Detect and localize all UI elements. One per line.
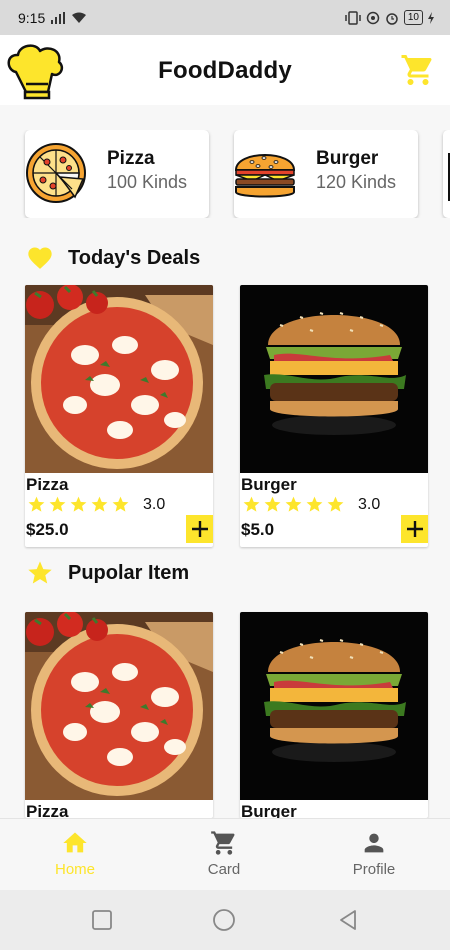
nav-item-home[interactable]: Home bbox=[25, 829, 125, 885]
product-name: Burger bbox=[241, 802, 297, 818]
battery-level: 10 bbox=[407, 11, 419, 23]
category-name: Pizza bbox=[107, 148, 155, 169]
plus-icon bbox=[407, 521, 423, 537]
category-count: 120 Kinds bbox=[316, 172, 397, 192]
recents-icon[interactable] bbox=[90, 908, 114, 932]
signal-icon bbox=[51, 11, 66, 24]
add-to-cart-button[interactable] bbox=[186, 515, 213, 543]
star-icon bbox=[112, 496, 129, 512]
product-rating: 3.0 bbox=[240, 495, 428, 517]
section-popular: Pupolar Item bbox=[26, 558, 189, 588]
star-icon bbox=[243, 496, 260, 512]
person-icon bbox=[364, 833, 384, 853]
product-price: $25.0 bbox=[26, 520, 69, 539]
pizza-photo bbox=[25, 285, 213, 473]
home-circle-icon[interactable] bbox=[212, 908, 236, 932]
back-icon[interactable] bbox=[336, 908, 360, 932]
burger-icon bbox=[234, 154, 296, 198]
star-icon bbox=[327, 496, 344, 512]
category-card-pizza[interactable]: Pizza 100 Kinds bbox=[25, 130, 209, 218]
category-name: Burger bbox=[316, 148, 379, 169]
rating-value: 3.0 bbox=[143, 496, 166, 513]
product-name: Pizza bbox=[26, 802, 69, 818]
pizza-photo bbox=[25, 612, 213, 800]
nav-label: Profile bbox=[352, 861, 396, 878]
section-todays-deals: Today's Deals bbox=[26, 243, 200, 273]
add-to-cart-button[interactable] bbox=[401, 515, 428, 543]
alarm-icon bbox=[386, 12, 398, 25]
battery-icon: 10 bbox=[403, 10, 423, 25]
charging-icon bbox=[428, 11, 434, 24]
home-icon bbox=[63, 832, 87, 853]
category-count: 100 Kinds bbox=[107, 172, 188, 192]
section-title: Pupolar Item bbox=[68, 561, 190, 584]
category-card-partial[interactable] bbox=[443, 130, 450, 218]
section-title: Today's Deals bbox=[68, 246, 201, 269]
star-icon bbox=[91, 496, 108, 512]
header-cart-icon[interactable] bbox=[400, 52, 436, 88]
star-icon bbox=[49, 496, 66, 512]
rating-value: 3.0 bbox=[358, 496, 381, 513]
nav-label: Home bbox=[54, 861, 95, 878]
nav-item-profile[interactable]: Profile bbox=[324, 829, 424, 885]
product-name: Pizza bbox=[26, 475, 69, 494]
product-name: Burger bbox=[241, 475, 297, 494]
category-card-burger[interactable]: Burger 120 Kinds bbox=[234, 130, 418, 218]
system-nav-bar bbox=[0, 890, 450, 950]
star-icon bbox=[28, 496, 45, 512]
star-rating bbox=[27, 495, 130, 514]
product-price: $5.0 bbox=[241, 520, 275, 539]
status-time: 9:15 bbox=[18, 9, 46, 26]
nav-label: Card bbox=[207, 861, 241, 878]
star-icon bbox=[70, 496, 87, 512]
star-icon bbox=[285, 496, 302, 512]
vibrate-icon bbox=[345, 10, 361, 25]
product-card-pizza[interactable]: Pizza 3.0 $25.0 bbox=[25, 285, 213, 547]
category-strip[interactable]: Pizza 100 Kinds Burger 120 Kinds bbox=[0, 130, 450, 218]
product-rating: 3.0 bbox=[25, 495, 213, 517]
bottom-nav: Home Card Profile bbox=[0, 818, 450, 890]
heart-icon bbox=[28, 247, 52, 269]
cart-icon bbox=[211, 831, 235, 855]
app-title: FoodDaddy bbox=[158, 57, 292, 84]
drink-icon bbox=[448, 153, 450, 201]
data-saver-icon bbox=[366, 11, 380, 24]
plus-icon bbox=[192, 521, 208, 537]
wifi-icon bbox=[72, 12, 87, 23]
burger-photo bbox=[240, 285, 428, 473]
product-card-pizza[interactable]: Pizza bbox=[25, 612, 213, 818]
product-card-burger[interactable]: Burger bbox=[240, 612, 428, 818]
star-icon bbox=[28, 561, 52, 584]
product-card-burger[interactable]: Burger 3.0 $5.0 bbox=[240, 285, 428, 547]
pizza-icon bbox=[26, 143, 86, 203]
star-icon bbox=[264, 496, 281, 512]
burger-photo bbox=[240, 612, 428, 800]
nav-item-card[interactable]: Card bbox=[174, 829, 274, 885]
star-icon bbox=[306, 496, 323, 512]
status-bar: 9:15 10 bbox=[0, 0, 450, 35]
star-rating bbox=[242, 495, 345, 514]
app-header: FoodDaddy bbox=[0, 35, 450, 105]
